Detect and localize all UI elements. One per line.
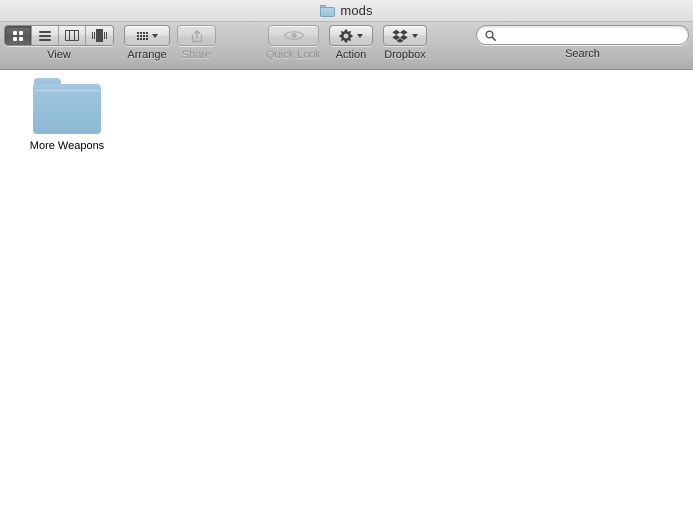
finder-window: mods View Arrange Share Quick Look Actio… bbox=[0, 0, 693, 523]
view-label: View bbox=[47, 49, 71, 61]
gear-icon bbox=[339, 29, 353, 42]
search-field[interactable] bbox=[476, 25, 689, 45]
columns-icon bbox=[65, 30, 79, 41]
search-group: Search bbox=[476, 25, 689, 60]
list-item[interactable]: More Weapons bbox=[12, 78, 122, 153]
action-label: Action bbox=[335, 49, 367, 61]
grid-dots-icon bbox=[136, 31, 148, 40]
action-group: Action bbox=[329, 25, 373, 61]
chevron-down-icon bbox=[151, 33, 158, 38]
search-icon bbox=[485, 29, 496, 41]
arrange-button[interactable] bbox=[124, 25, 170, 46]
quick-look-label: Quick Look bbox=[266, 49, 322, 61]
view-control-group: View bbox=[4, 25, 114, 61]
file-browser-content[interactable]: More Weapons bbox=[0, 70, 693, 523]
share-button[interactable] bbox=[177, 25, 216, 46]
action-button[interactable] bbox=[329, 25, 373, 46]
folder-icon[interactable] bbox=[33, 78, 101, 134]
coverflow-icon bbox=[91, 29, 108, 42]
search-label: Search bbox=[565, 48, 600, 60]
search-input[interactable] bbox=[501, 29, 679, 41]
dropbox-label: Dropbox bbox=[384, 49, 426, 61]
eye-icon bbox=[283, 31, 304, 40]
grid-icon bbox=[13, 30, 23, 41]
chevron-down-icon bbox=[412, 33, 418, 38]
list-item-label[interactable]: More Weapons bbox=[27, 139, 107, 153]
window-title-group: mods bbox=[320, 3, 372, 18]
share-group: Share bbox=[177, 25, 216, 61]
page-title: mods bbox=[340, 3, 373, 18]
window-titlebar: mods bbox=[0, 0, 693, 22]
view-option-list-view[interactable] bbox=[32, 26, 59, 45]
share-arrow-icon bbox=[191, 29, 202, 42]
quick-look-button[interactable] bbox=[268, 25, 320, 46]
list-icon bbox=[39, 30, 51, 41]
chevron-down-icon bbox=[357, 33, 363, 38]
dropbox-group: Dropbox bbox=[383, 25, 427, 61]
view-segmented-control[interactable] bbox=[4, 25, 114, 46]
dropbox-icon bbox=[392, 29, 408, 43]
quick-look-group: Quick Look bbox=[266, 25, 321, 61]
folder-icon bbox=[320, 4, 336, 17]
dropbox-button[interactable] bbox=[383, 25, 427, 46]
arrange-label: Arrange bbox=[127, 49, 167, 61]
view-option-coverflow-view[interactable] bbox=[86, 26, 113, 45]
arrange-group: Arrange bbox=[124, 25, 170, 61]
view-option-icon-view[interactable] bbox=[5, 26, 32, 45]
view-option-column-view[interactable] bbox=[59, 26, 86, 45]
share-label: Share bbox=[181, 49, 212, 61]
finder-toolbar: View Arrange Share Quick Look Action Dro… bbox=[0, 22, 693, 70]
